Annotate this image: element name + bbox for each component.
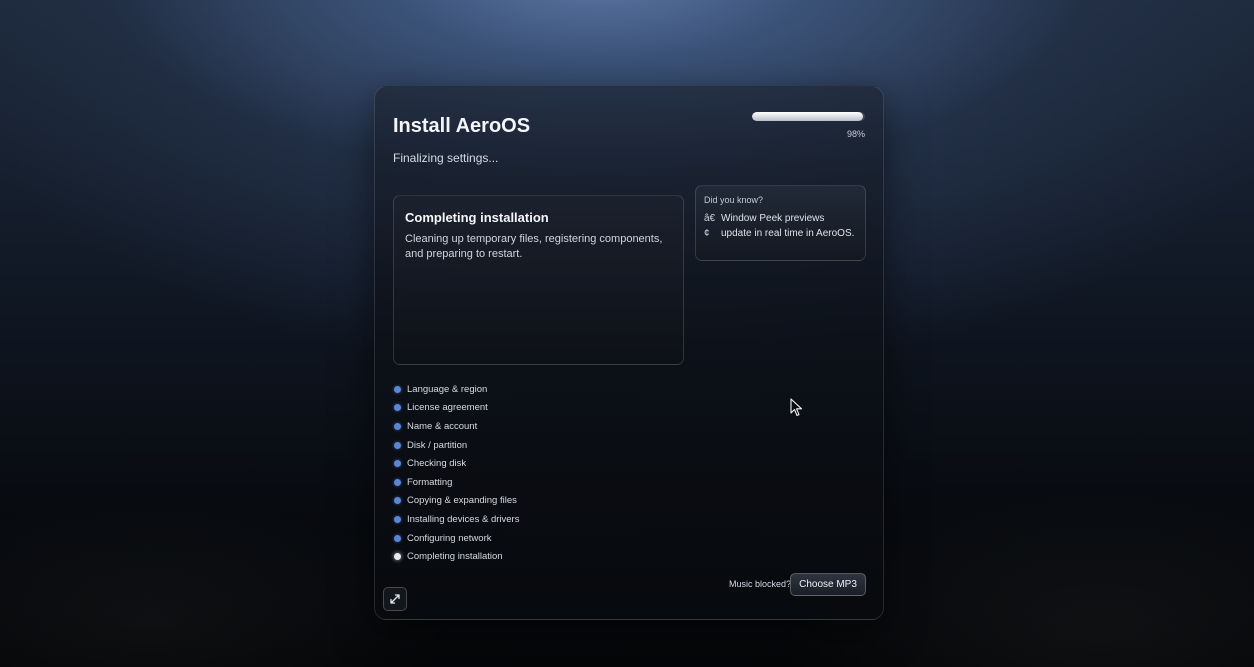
step-current-dot	[394, 553, 401, 561]
install-step: Completing installation	[393, 547, 519, 566]
progress-bar-fill	[752, 112, 863, 121]
step-done-dot	[394, 478, 401, 486]
expand-icon	[390, 594, 400, 604]
install-step-label: Installing devices & drivers	[407, 513, 520, 525]
step-done-dot	[394, 460, 401, 468]
install-step-label: Checking disk	[407, 458, 467, 470]
step-done-dot	[394, 497, 401, 505]
install-step: Language & region	[393, 380, 519, 399]
current-step-description: Cleaning up temporary files, registering…	[405, 233, 663, 260]
install-steps-list: Language & region License agreement Name &…	[393, 380, 519, 566]
music-blocked-label: Music blocked?	[729, 579, 792, 589]
install-step: License agreement	[393, 399, 519, 418]
installer-window: Install AeroOS Finalizing settings... 98…	[374, 86, 884, 620]
progress-percent: 98%	[846, 129, 865, 139]
install-step-label: Completing installation	[407, 551, 503, 563]
choose-mp3-button[interactable]: Choose MP3	[790, 573, 866, 596]
tip-text: Window Peek previews update in real time…	[721, 213, 855, 239]
expand-button[interactable]	[383, 587, 407, 611]
current-step-title: Completing installation	[405, 210, 549, 225]
tip-bullet: â€ ¢	[704, 213, 716, 239]
install-step-label: Disk / partition	[407, 439, 468, 451]
install-step: Disk / partition	[393, 436, 519, 455]
install-step: Checking disk	[393, 454, 519, 473]
did-you-know-panel: Did you know? â€ ¢ Window Peek previews …	[695, 185, 866, 261]
install-step: Name & account	[393, 417, 519, 436]
install-step-label: Formatting	[407, 476, 453, 488]
step-done-dot	[394, 534, 401, 542]
installer-status: Finalizing settings...	[393, 151, 499, 165]
install-step-label: Copying & expanding files	[407, 495, 517, 507]
install-step-label: Name & account	[407, 420, 478, 432]
step-done-dot	[394, 385, 401, 393]
step-done-dot	[394, 515, 401, 523]
tip-heading: Did you know?	[704, 195, 764, 205]
current-step-card: Completing installation Cleaning up temp…	[393, 195, 684, 365]
install-step: Configuring network	[393, 529, 519, 548]
install-step: Installing devices & drivers	[393, 510, 519, 529]
step-done-dot	[394, 441, 401, 449]
mouse-pointer-icon	[790, 398, 803, 417]
installer-title: Install AeroOS	[393, 115, 531, 137]
progress-bar	[752, 112, 865, 121]
step-done-dot	[394, 404, 401, 412]
step-done-dot	[394, 422, 401, 430]
install-step-label: License agreement	[407, 402, 488, 414]
install-step: Formatting	[393, 473, 519, 492]
install-step-label: Language & region	[407, 383, 488, 395]
install-step: Copying & expanding files	[393, 492, 519, 511]
install-step-label: Configuring network	[407, 532, 492, 544]
